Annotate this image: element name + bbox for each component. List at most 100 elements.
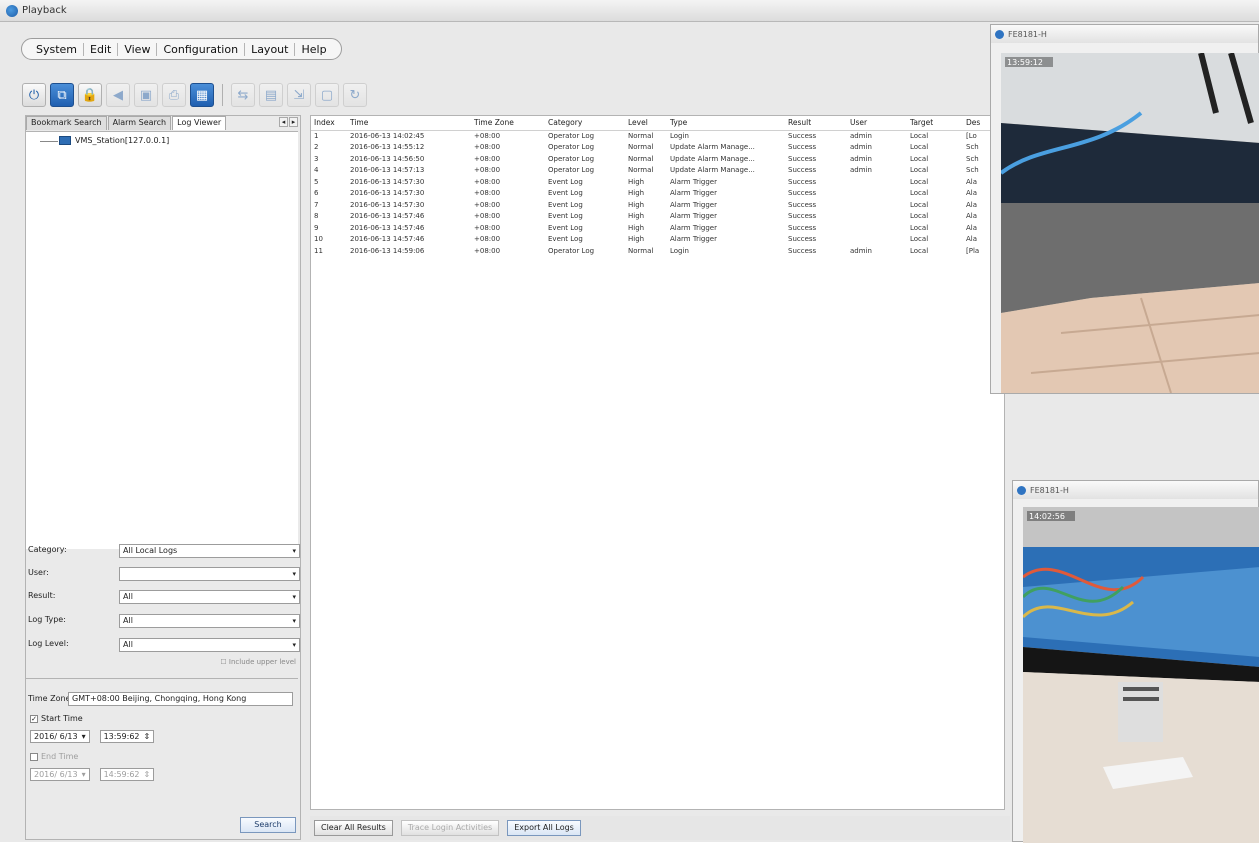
table-cell: High (628, 189, 645, 198)
table-row[interactable]: 6 2016-06-13 14:57:30 +08:00 Event Log High A… (311, 188, 1004, 200)
print-button[interactable]: ⎙ (162, 83, 186, 107)
menu-edit[interactable]: Edit (84, 42, 119, 56)
menu-system[interactable]: System (30, 42, 85, 56)
user-label: User: (28, 568, 49, 577)
column-header[interactable]: Level (625, 116, 667, 131)
table-cell (847, 188, 907, 200)
table-cell: 2016-06-13 14:57:46 (350, 235, 425, 244)
column-header[interactable]: User (847, 116, 907, 131)
category-select[interactable]: All Local Logs ▾ (119, 544, 300, 558)
category-label: Category: (28, 545, 67, 554)
column-header[interactable]: Type (667, 116, 785, 131)
table-cell: Alarm Trigger (670, 200, 717, 209)
network-icon: ⧉ (57, 87, 67, 103)
table-row[interactable]: 4 2016-06-13 14:57:13 +08:00 Operator Log No… (311, 165, 1004, 177)
export-all-logs-button[interactable]: Export All Logs (507, 820, 581, 836)
table-header: Index Time Time Zone Category Level Type Resul… (311, 116, 1004, 131)
menu-help[interactable]: Help (295, 43, 332, 56)
column-header[interactable]: Time (347, 116, 471, 131)
audio-button[interactable]: ◀ (106, 83, 130, 107)
table-cell: 4 (314, 166, 319, 175)
start-time-checkbox[interactable]: ✓ Start Time (30, 714, 83, 723)
toolbar: ⏻ ⧉ 🔒 ◀ ▣ ⎙ ▦ ⇆ ▤ ⇲ ▢ ↻ (22, 80, 367, 110)
tab-scroll-right-icon[interactable]: ▸ (289, 117, 298, 127)
time-zone-select[interactable]: GMT+08:00 Beijing, Chongqing, Hong Kong (68, 692, 293, 706)
table-row[interactable]: 5 2016-06-13 14:57:30 +08:00 Event Log High A… (311, 176, 1004, 188)
end-time-checkbox[interactable]: End Time (30, 752, 78, 761)
log-type-label: Log Type: (28, 615, 66, 624)
table-row[interactable]: 8 2016-06-13 14:57:46 +08:00 Event Log High A… (311, 211, 1004, 223)
menu-layout[interactable]: Layout (245, 42, 296, 56)
export-button[interactable]: ⇲ (287, 83, 311, 107)
snapshot-icon: ▢ (320, 87, 334, 103)
trace-login-activities-button[interactable]: Trace Login Activities (400, 820, 500, 836)
table-row[interactable]: 1 2016-06-13 14:02:45 +08:00 Operator Log No… (311, 130, 1004, 142)
table-cell: 3 (314, 154, 319, 163)
network-button[interactable]: ⧉ (50, 83, 74, 107)
column-header[interactable]: Index (311, 116, 347, 131)
checkmark-icon: ✓ (30, 714, 38, 723)
start-time-spinner[interactable]: 13:59:62 ⇕ (99, 730, 155, 743)
power-button[interactable]: ⏻ (22, 83, 46, 107)
video-1-feed[interactable]: 13:59:12 (1001, 53, 1259, 393)
log-level-select[interactable]: All ▾ (119, 638, 300, 652)
video-window-2[interactable]: FE8181-H 14:02:56 (1012, 480, 1259, 843)
table-cell: Local (910, 177, 929, 186)
table-cell: Local (910, 212, 929, 221)
tab-scroll-left-icon[interactable]: ◂ (279, 117, 288, 127)
spinner-icon: ⇕ (143, 770, 151, 779)
tab-bookmark-search[interactable]: Bookmark Search (26, 116, 107, 130)
refresh-button[interactable]: ↻ (343, 83, 367, 107)
table-cell: High (628, 235, 645, 244)
table-row[interactable]: 10 2016-06-13 14:57:46 +08:00 Event Log High… (311, 234, 1004, 246)
table-row[interactable]: 9 2016-06-13 14:57:46 +08:00 Event Log High A… (311, 222, 1004, 234)
table-row[interactable]: 2 2016-06-13 14:55:12 +08:00 Operator Log No… (311, 142, 1004, 154)
tab-log-viewer[interactable]: Log Viewer (172, 116, 227, 130)
log-type-value: All (123, 616, 133, 625)
clear-all-results-button[interactable]: Clear All Results (314, 820, 393, 836)
end-time-spinner[interactable]: 14:59:62 ⇕ (99, 768, 155, 781)
menu-configuration[interactable]: Configuration (157, 42, 246, 56)
start-date-picker[interactable]: 2016/ 6/13 ▾ (30, 730, 90, 743)
table-row[interactable]: 11 2016-06-13 14:59:06 +08:00 Operator Log N… (311, 245, 1004, 257)
user-select[interactable]: ▾ (119, 567, 300, 581)
end-time-value: 14:59:62 (103, 770, 140, 779)
log-type-select[interactable]: All ▾ (119, 614, 300, 628)
table-cell: 2016-06-13 14:57:46 (350, 223, 425, 232)
record-button[interactable]: ▤ (259, 83, 283, 107)
lock-button[interactable]: 🔒 (78, 83, 102, 107)
table-row[interactable]: 7 2016-06-13 14:57:30 +08:00 Event Log High A… (311, 199, 1004, 211)
table-row[interactable]: 3 2016-06-13 14:56:50 +08:00 Operator Log No… (311, 153, 1004, 165)
sync-button[interactable]: ⇆ (231, 83, 255, 107)
column-header[interactable]: Time Zone (471, 116, 545, 131)
include-upper-level-checkbox[interactable]: ☐ Include upper level (220, 658, 296, 666)
column-header[interactable]: Category (545, 116, 625, 131)
video-2-feed[interactable]: 14:02:56 (1023, 507, 1259, 843)
table-cell: Event Log (548, 212, 583, 221)
table-cell: Local (910, 189, 929, 198)
table-cell: Event Log (548, 189, 583, 198)
result-select[interactable]: All ▾ (119, 590, 300, 604)
table-cell: Local (910, 246, 929, 255)
menu-view[interactable]: View (118, 42, 158, 56)
tree-node-station[interactable]: VMS_Station[127.0.0.1] (59, 136, 169, 145)
table-cell: Normal (628, 246, 654, 255)
table-cell: +08:00 (474, 212, 501, 221)
camera-button[interactable]: ▣ (134, 83, 158, 107)
snapshot-button[interactable]: ▢ (315, 83, 339, 107)
search-button[interactable]: Search (240, 817, 296, 833)
tab-alarm-search[interactable]: Alarm Search (107, 116, 172, 130)
start-time-value: 13:59:62 (103, 732, 140, 741)
end-date-picker[interactable]: 2016/ 6/13 ▾ (30, 768, 90, 781)
table-cell: 8 (314, 212, 319, 221)
table-cell: Local (910, 154, 929, 163)
log-level-row: Log Level: All ▾ (28, 638, 300, 652)
start-date-value: 2016/ 6/13 (34, 732, 78, 741)
table-cell: Success (788, 223, 817, 232)
column-header[interactable]: Target (907, 116, 963, 131)
layout-button[interactable]: ▦ (190, 83, 214, 107)
divider (26, 678, 298, 679)
table-cell: High (628, 223, 645, 232)
video-window-1[interactable]: FE8181-H 13:59:12 (990, 24, 1259, 394)
column-header[interactable]: Result (785, 116, 847, 131)
